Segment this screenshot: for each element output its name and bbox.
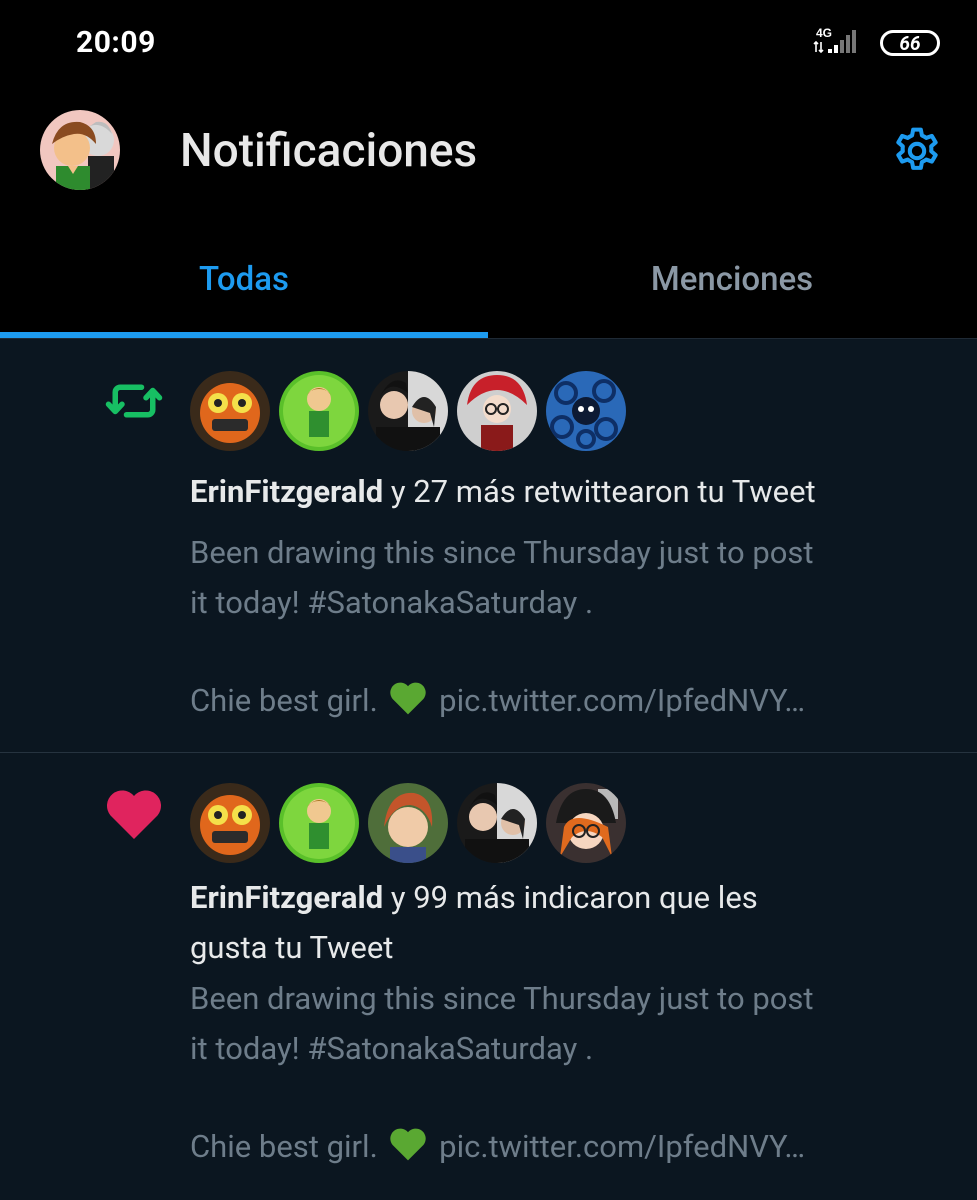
battery-indicator: 66	[880, 30, 940, 56]
green-heart-emoji-icon	[390, 1128, 427, 1161]
tweet-line: Been drawing this since Thursday just to…	[190, 534, 814, 571]
battery-level: 66	[899, 31, 921, 55]
notification-item-retweet[interactable]: ErinFitzgerald y 27 más retwittearon tu …	[0, 339, 977, 752]
avatar-row	[190, 783, 626, 863]
avatar[interactable]	[457, 783, 537, 863]
tweet-line: it today! #SatonakaSaturday .	[190, 584, 594, 621]
notification-item-like[interactable]: ErinFitzgerald y 99 más indicaron que le…	[0, 753, 977, 1200]
tweet-preview[interactable]: Been drawing this since Thursday just to…	[190, 974, 950, 1172]
tweet-line: Been drawing this since Thursday just to…	[190, 980, 814, 1017]
tweet-text: Chie best girl.	[190, 1128, 378, 1165]
status-bar: 20:09 4G 66	[0, 0, 977, 88]
green-heart-emoji-icon	[390, 682, 427, 715]
tweet-line: Chie best girl. pic.twitter.com/IpfedNVY…	[190, 1122, 950, 1172]
tweet-line: it today! #SatonakaSaturday .	[190, 1030, 594, 1067]
tab-bar: Todas Menciones	[0, 240, 977, 340]
tab-todas[interactable]: Todas	[0, 260, 488, 299]
actor-name[interactable]: ErinFitzgerald	[190, 879, 383, 916]
notifications-list: ErinFitzgerald y 27 más retwittearon tu …	[0, 339, 977, 1200]
tweet-preview[interactable]: Been drawing this since Thursday just to…	[190, 528, 950, 726]
action-text: gusta tu Tweet	[190, 929, 394, 966]
tweet-link[interactable]: pic.twitter.com/IpfedNVY…	[439, 1128, 805, 1165]
avatar[interactable]	[546, 371, 626, 451]
actor-name[interactable]: ErinFitzgerald	[190, 473, 383, 510]
page-title: Notificaciones	[180, 124, 478, 178]
avatar[interactable]	[546, 783, 626, 863]
avatar[interactable]	[457, 371, 537, 451]
tab-menciones[interactable]: Menciones	[488, 260, 976, 299]
profile-avatar[interactable]	[40, 110, 120, 190]
retweet-icon	[105, 384, 163, 418]
avatar-row	[190, 371, 626, 451]
network-type: 4G	[816, 26, 832, 40]
avatar[interactable]	[279, 371, 359, 451]
notification-text: ErinFitzgerald y 27 más retwittearon tu …	[190, 467, 950, 517]
action-text: y 99 más indicaron que les	[383, 879, 758, 916]
heart-icon	[106, 790, 162, 839]
avatar[interactable]	[368, 783, 448, 863]
avatar[interactable]	[279, 783, 359, 863]
notification-text: ErinFitzgerald y 99 más indicaron que le…	[190, 873, 950, 973]
avatar[interactable]	[190, 783, 270, 863]
tweet-link[interactable]: pic.twitter.com/IpfedNVY…	[439, 682, 805, 719]
action-text: y 27 más retwittearon tu Tweet	[383, 473, 816, 510]
tweet-line: Chie best girl. pic.twitter.com/IpfedNVY…	[190, 676, 950, 726]
tweet-text: Chie best girl.	[190, 682, 378, 719]
signal-icon: 4G	[813, 26, 856, 54]
avatar[interactable]	[190, 371, 270, 451]
gear-icon[interactable]	[890, 124, 944, 178]
avatar[interactable]	[368, 371, 448, 451]
status-time: 20:09	[76, 25, 156, 60]
